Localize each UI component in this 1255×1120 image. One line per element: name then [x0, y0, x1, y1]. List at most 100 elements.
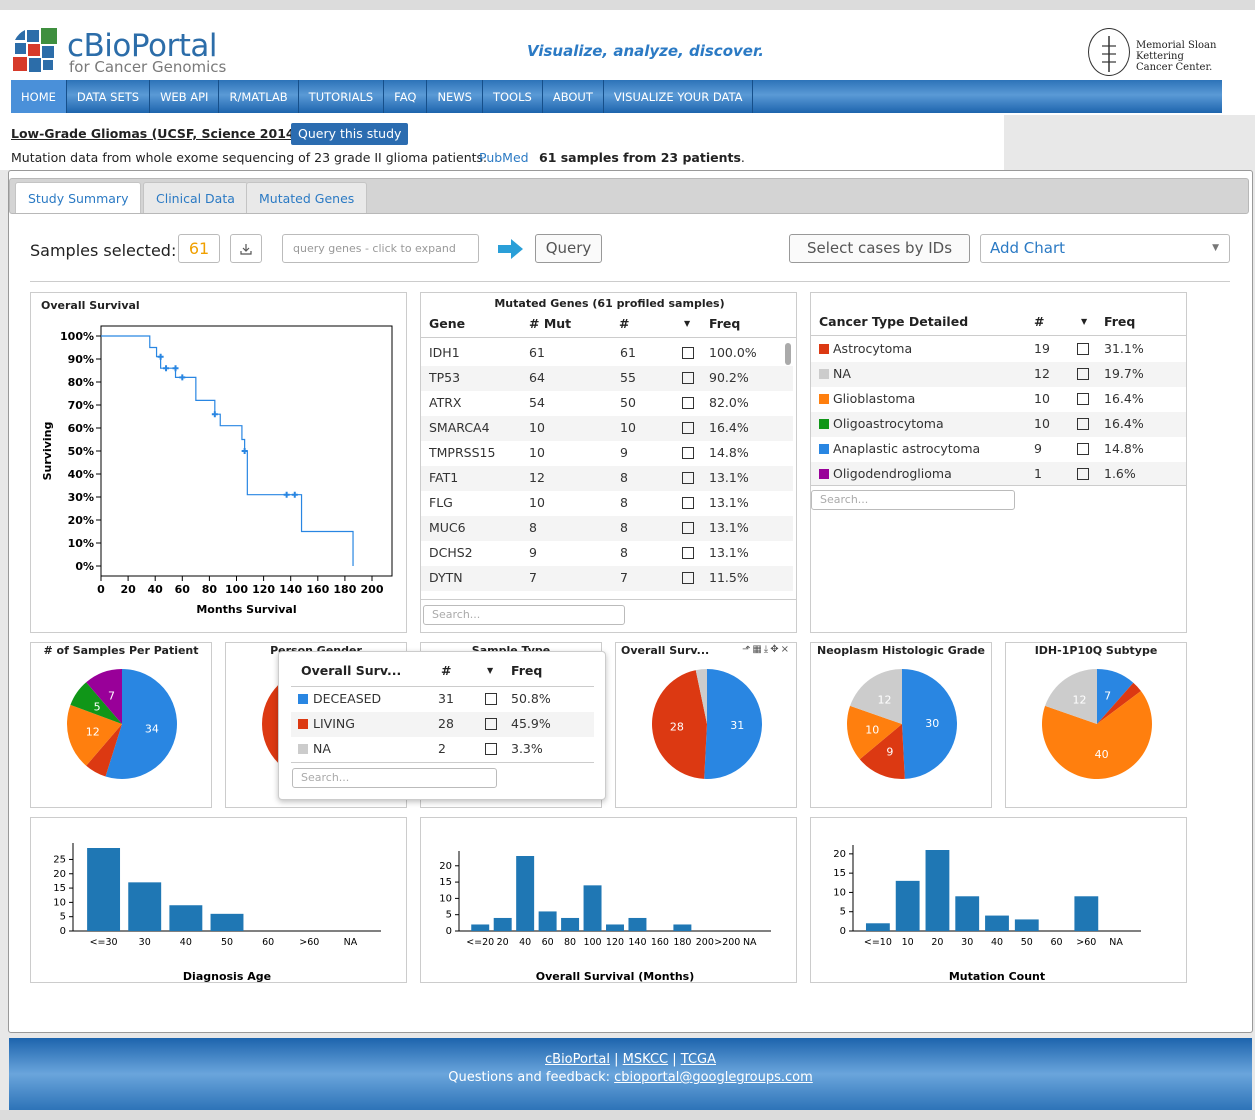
bar[interactable]: [628, 917, 647, 931]
survival-curve[interactable]: [101, 335, 354, 566]
bar[interactable]: [1074, 896, 1099, 931]
table-row[interactable]: TP53 64 55 90.2%: [421, 366, 793, 391]
samples-selected-count[interactable]: 61: [178, 234, 220, 263]
cancer-type-search[interactable]: Search...: [811, 490, 1015, 510]
bar[interactable]: [583, 885, 602, 931]
bar[interactable]: [895, 880, 920, 931]
scrollbar[interactable]: [785, 343, 791, 365]
cbioportal-logo-icon[interactable]: [11, 26, 61, 76]
popup-col-freq[interactable]: Freq: [511, 663, 542, 678]
tab-clinical-data[interactable]: Clinical Data: [143, 182, 248, 213]
popup-col-count[interactable]: #: [441, 663, 451, 678]
gene-checkbox[interactable]: [682, 472, 694, 484]
col-gene[interactable]: Gene: [429, 316, 465, 331]
gene-checkbox[interactable]: [682, 397, 694, 409]
cancer-type-checkbox[interactable]: [1077, 393, 1089, 405]
bar[interactable]: [210, 913, 244, 931]
gene-checkbox[interactable]: [682, 347, 694, 359]
nav-item-faq[interactable]: FAQ: [384, 80, 428, 113]
status-name[interactable]: LIVING: [313, 716, 355, 731]
sort-down-icon[interactable]: ▼: [684, 319, 690, 328]
nav-item-home[interactable]: HOME: [11, 80, 67, 113]
gene-name[interactable]: ATRX: [429, 395, 461, 410]
move-icon[interactable]: ✥: [770, 644, 780, 655]
cancer-type-name[interactable]: Glioblastoma: [833, 391, 915, 406]
gene-name[interactable]: DYTN: [429, 570, 463, 585]
gene-name[interactable]: MUC6: [429, 520, 466, 535]
table-row[interactable]: NA 12 19.7%: [811, 362, 1186, 387]
cancer-type-name[interactable]: Oligoastrocytoma: [833, 416, 944, 431]
gene-checkbox[interactable]: [682, 422, 694, 434]
gene-name[interactable]: FAT1: [429, 470, 458, 485]
tab-study-summary[interactable]: Study Summary: [15, 182, 142, 213]
col-freq[interactable]: Freq: [709, 316, 740, 331]
nav-item-data-sets[interactable]: DATA SETS: [67, 80, 151, 113]
survival-plot-icon[interactable]: ⬏: [742, 644, 752, 655]
study-title[interactable]: Low-Grade Gliomas (UCSF, Science 2014): [11, 126, 300, 141]
gene-checkbox[interactable]: [682, 447, 694, 459]
nav-item-visualize-your-data[interactable]: VISUALIZE YOUR DATA: [604, 80, 754, 113]
download-button[interactable]: [230, 234, 262, 263]
gene-checkbox[interactable]: [682, 497, 694, 509]
bar[interactable]: [561, 917, 580, 931]
cancer-type-name[interactable]: Anaplastic astrocytoma: [833, 441, 980, 456]
table-row[interactable]: TMPRSS15 10 9 14.8%: [421, 441, 793, 466]
nav-item-news[interactable]: NEWS: [427, 80, 483, 113]
footer-link-mskcc[interactable]: MSKCC: [623, 1052, 668, 1067]
neoplasm-grade-pie[interactable]: 30 9 10 12: [811, 663, 991, 803]
table-row[interactable]: DECEASED 31 50.8%: [291, 687, 594, 712]
footer-link-cbioportal[interactable]: cBioPortal: [545, 1052, 610, 1067]
col-mut[interactable]: # Mut: [529, 316, 571, 331]
table-row[interactable]: ATRX 54 50 82.0%: [421, 391, 793, 416]
nav-item-web-api[interactable]: WEB API: [150, 80, 220, 113]
status-checkbox[interactable]: [485, 718, 497, 730]
cancer-type-checkbox[interactable]: [1077, 468, 1089, 480]
table-row[interactable]: SMARCA4 10 10 16.4%: [421, 416, 793, 441]
col-cancer-type[interactable]: Cancer Type Detailed: [819, 314, 968, 329]
mutated-genes-search[interactable]: Search...: [423, 605, 625, 625]
table-row[interactable]: Astrocytoma 19 31.1%: [811, 337, 1186, 362]
table-row[interactable]: Anaplastic astrocytoma 9 14.8%: [811, 437, 1186, 462]
table-icon[interactable]: ▦: [752, 644, 763, 655]
table-row[interactable]: DCHS2 9 8 13.1%: [421, 541, 793, 566]
table-row[interactable]: FLG 10 8 13.1%: [421, 491, 793, 516]
gene-name[interactable]: IDH1: [429, 345, 460, 360]
bar[interactable]: [673, 924, 692, 931]
gene-checkbox[interactable]: [682, 547, 694, 559]
survival-plot[interactable]: 100% 90% 80% 70% 60% 50% 40% 30% 20% 10% 0%0 20 40 60…: [31, 293, 406, 632]
nav-item-tools[interactable]: TOOLS: [483, 80, 543, 113]
gene-name[interactable]: TMPRSS15: [429, 445, 495, 460]
bar[interactable]: [128, 882, 162, 931]
bar[interactable]: [865, 923, 890, 931]
status-checkbox[interactable]: [485, 743, 497, 755]
col-ct-count[interactable]: #: [1034, 314, 1044, 329]
popup-col-name[interactable]: Overall Surv...: [301, 663, 401, 678]
gene-name[interactable]: SMARCA4: [429, 420, 490, 435]
footer-link-tcga[interactable]: TCGA: [681, 1052, 716, 1067]
idh-subtype-pie[interactable]: 7 40 12: [1006, 663, 1186, 803]
bar[interactable]: [955, 896, 980, 931]
popup-search[interactable]: Search...: [292, 768, 497, 788]
cancer-type-checkbox[interactable]: [1077, 418, 1089, 430]
table-row[interactable]: Oligodendroglioma 1 1.6%: [811, 462, 1186, 485]
gene-query-input[interactable]: query genes - click to expand: [282, 234, 479, 263]
cancer-type-checkbox[interactable]: [1077, 343, 1089, 355]
table-row[interactable]: Glioblastoma 10 16.4%: [811, 387, 1186, 412]
bar[interactable]: [1014, 919, 1039, 931]
samples-per-patient-pie[interactable]: 34 12 57: [31, 663, 211, 803]
cancer-type-checkbox[interactable]: [1077, 368, 1089, 380]
pubmed-link[interactable]: PubMed: [479, 150, 529, 165]
overall-survival-months-chart[interactable]: 20151050<=20 20 40 60 80 100 120 140 160 180 200 >2…: [421, 818, 796, 982]
gene-name[interactable]: FLG: [429, 495, 453, 510]
col-count[interactable]: #: [619, 316, 629, 331]
feedback-email-link[interactable]: cbioportal@googlegroups.com: [614, 1070, 813, 1085]
table-row[interactable]: IDH1 61 61 100.0%: [421, 341, 793, 366]
bar[interactable]: [516, 856, 535, 931]
close-icon[interactable]: ×: [781, 644, 791, 655]
add-chart-select[interactable]: Add Chart ▼: [980, 234, 1230, 263]
arrow-right-icon[interactable]: [498, 238, 524, 260]
mutation-count-chart[interactable]: 20151050<=10 10 20 30 40 50 60 >60 NAMutation Co…: [811, 818, 1186, 982]
bar[interactable]: [87, 848, 121, 931]
query-button[interactable]: Query: [535, 234, 602, 263]
sort-down-icon[interactable]: ▼: [487, 666, 493, 675]
